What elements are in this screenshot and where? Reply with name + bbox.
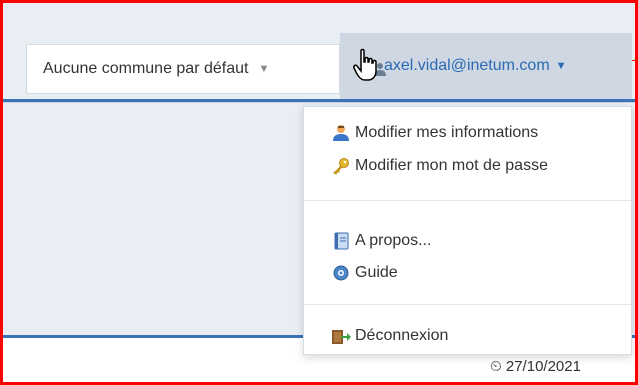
- logout-icon: [331, 326, 351, 346]
- key-icon: [331, 156, 351, 176]
- menu-item-label: A propos...: [355, 232, 432, 249]
- help-icon: [331, 263, 351, 283]
- menu-item-change-password[interactable]: Modifier mon mot de passe: [304, 151, 631, 181]
- menu-item-label: Guide: [355, 264, 398, 281]
- menu-item-guide[interactable]: Guide: [304, 258, 631, 288]
- menu-item-label: Déconnexion: [355, 327, 449, 344]
- user-dropdown-menu: Modifier mes informations Modifier mon m…: [303, 106, 632, 355]
- user-icon: [331, 123, 351, 143]
- menu-item-edit-info[interactable]: Modifier mes informations: [304, 118, 631, 148]
- hand-cursor-icon: [353, 48, 377, 81]
- chevron-down-icon: ▼: [258, 63, 270, 75]
- menu-item-label: Modifier mon mot de passe: [355, 157, 548, 174]
- menu-item-about[interactable]: A propos...: [304, 226, 631, 256]
- commune-select[interactable]: Aucune commune par défaut ▼: [26, 44, 340, 94]
- chevron-down-icon: ▼: [555, 60, 567, 72]
- frame-tick: [632, 60, 638, 61]
- book-icon: [331, 231, 351, 251]
- menu-item-label: Modifier mes informations: [355, 124, 539, 141]
- user-email: axel.vidal@inetum.com: [384, 57, 550, 74]
- footer-date-value: 27/10/2021: [505, 358, 581, 375]
- content-divider: [3, 102, 635, 103]
- clock-icon: ⏲: [490, 358, 502, 375]
- menu-item-logout[interactable]: Déconnexion: [304, 321, 631, 351]
- menu-divider: [304, 200, 631, 201]
- footer-date: ⏲ 27/10/2021: [490, 358, 581, 375]
- menu-divider: [304, 304, 631, 305]
- commune-select-value: Aucune commune par défaut: [43, 60, 249, 77]
